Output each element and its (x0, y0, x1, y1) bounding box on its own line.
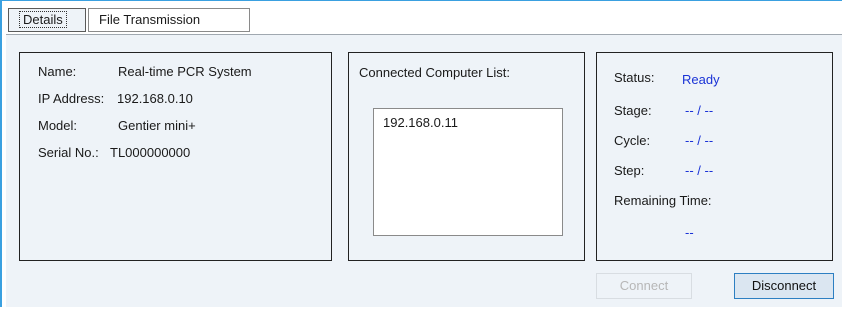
tab-file-transmission-label: File Transmission (99, 12, 201, 27)
model-label: Model: (38, 118, 78, 133)
serial-row: Serial No.: TL000000000 (38, 145, 190, 160)
remaining-time-value: -- (685, 225, 694, 240)
stage-value: -- / -- (685, 103, 714, 118)
serial-value: TL000000000 (110, 145, 191, 160)
ip-address-value: 192.168.0.10 (117, 91, 193, 106)
model-value: Gentier mini+ (118, 118, 196, 133)
list-item[interactable]: 192.168.0.11 (383, 115, 458, 130)
details-tab-content: Name: Real-time PCR System IP Address: 1… (6, 34, 842, 307)
ip-address-row: IP Address: 192.168.0.10 (38, 91, 193, 106)
model-row: Model: Gentier mini+ (38, 118, 196, 133)
status-value: Ready (682, 72, 720, 87)
remaining-time-label: Remaining Time: (614, 193, 712, 208)
name-value: Real-time PCR System (118, 64, 252, 79)
ip-address-label: IP Address: (38, 91, 105, 106)
cycle-value: -- / -- (685, 133, 714, 148)
status-label: Status: (614, 70, 655, 85)
connected-list-title: Connected Computer List: (359, 65, 511, 80)
device-info-panel: Name: Real-time PCR System IP Address: 1… (19, 52, 332, 261)
connect-button[interactable]: Connect (596, 273, 692, 299)
connected-computers-panel: Connected Computer List: 192.168.0.11 (348, 52, 585, 261)
name-label: Name: (38, 64, 77, 79)
serial-label: Serial No.: (38, 145, 99, 160)
tab-details[interactable]: Details (8, 8, 86, 32)
connected-computer-list[interactable]: 192.168.0.11 (373, 108, 563, 236)
disconnect-button[interactable]: Disconnect (734, 273, 834, 299)
tab-file-transmission[interactable]: File Transmission (88, 8, 250, 32)
tab-bar: Details File Transmission (6, 8, 842, 34)
stage-label: Stage: (614, 103, 652, 118)
step-label: Step: (614, 163, 645, 178)
run-status-panel: Status: Ready Stage: -- / -- Cycle: -- /… (596, 52, 833, 261)
name-row: Name: Real-time PCR System (38, 64, 252, 79)
tab-details-label: Details (19, 11, 67, 28)
cycle-label: Cycle: (614, 133, 651, 148)
step-value: -- / -- (685, 163, 714, 178)
